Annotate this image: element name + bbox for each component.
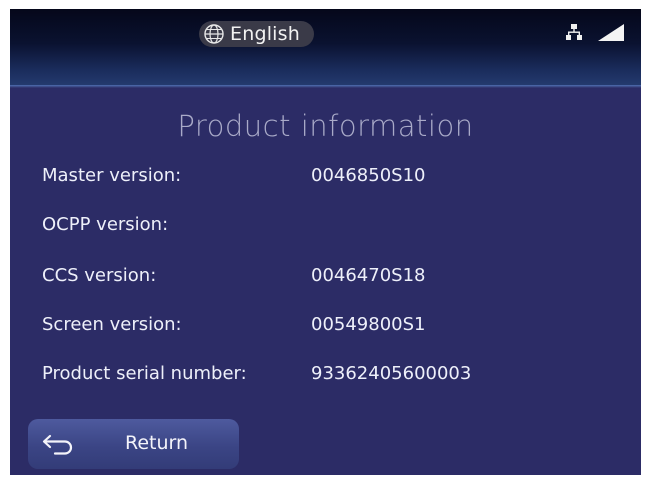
signal-icon	[597, 23, 625, 42]
ccs-version-label: CCS version:	[42, 265, 157, 286]
globe-icon	[202, 22, 226, 46]
page-title: Product information	[177, 109, 474, 143]
header-divider	[10, 85, 641, 88]
return-button[interactable]: Return	[28, 419, 239, 469]
language-label: English	[230, 23, 301, 45]
ocpp-version-label: OCPP version:	[42, 214, 169, 235]
screen-version-value: 00549800S1	[311, 314, 426, 335]
return-label: Return	[125, 432, 189, 454]
serial-number-value: 93362405600003	[311, 363, 472, 384]
screen-version-label: Screen version:	[42, 314, 182, 335]
language-selector-button[interactable]: English	[199, 21, 314, 47]
master-version-value: 0046850S10	[311, 165, 426, 186]
return-arrow-icon	[41, 432, 75, 456]
charger-screen: English Product information Master versi…	[10, 9, 641, 475]
master-version-label: Master version:	[42, 165, 182, 186]
serial-number-label: Product serial number:	[42, 363, 247, 384]
top-status-bar: English	[10, 9, 641, 85]
ccs-version-value: 0046470S18	[311, 265, 426, 286]
network-icon	[565, 23, 583, 41]
